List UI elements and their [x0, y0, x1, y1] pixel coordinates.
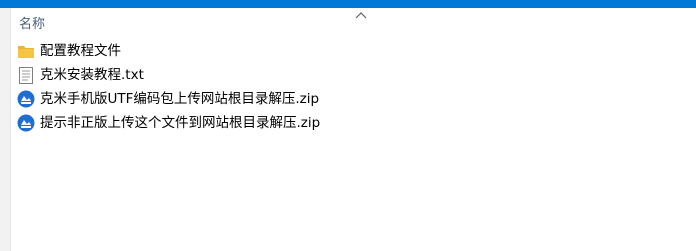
column-header[interactable]: 名称 [11, 8, 696, 37]
zip-archive-icon [17, 90, 35, 108]
file-explorer-window: 名称 配置教程文件 克米安装教程.txt 克米手机版UTF编码包上传网站根目录解… [0, 0, 696, 251]
window-top-accent-bar [0, 0, 696, 8]
zip-archive-icon [17, 114, 35, 132]
list-item[interactable]: 配置教程文件 [11, 39, 696, 63]
folder-icon [17, 42, 35, 60]
sort-ascending-icon [355, 12, 367, 19]
file-name: 克米安装教程.txt [40, 67, 144, 83]
file-list: 配置教程文件 克米安装教程.txt 克米手机版UTF编码包上传网站根目录解压.z… [11, 39, 696, 135]
file-name: 提示非正版上传这个文件到网站根目录解压.zip [40, 115, 321, 131]
navigation-pane-edge [0, 8, 11, 251]
list-item[interactable]: 克米安装教程.txt [11, 63, 696, 87]
list-item[interactable]: 提示非正版上传这个文件到网站根目录解压.zip [11, 111, 696, 135]
text-file-icon [17, 66, 35, 84]
name-column-header[interactable]: 名称 [19, 17, 45, 33]
list-item[interactable]: 克米手机版UTF编码包上传网站根目录解压.zip [11, 87, 696, 111]
file-name: 克米手机版UTF编码包上传网站根目录解压.zip [40, 91, 320, 107]
file-name: 配置教程文件 [40, 43, 121, 59]
